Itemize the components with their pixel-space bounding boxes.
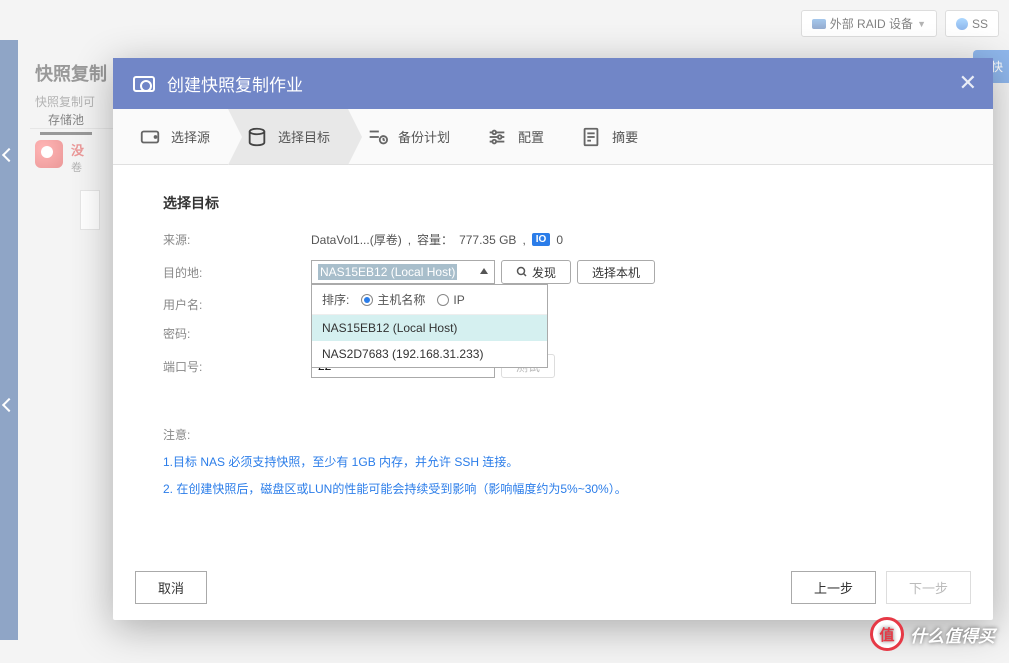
- discover-button[interactable]: 发现: [501, 260, 571, 284]
- step-config[interactable]: 配置: [468, 109, 562, 164]
- notes-title: 注意:: [163, 426, 943, 443]
- watermark-text: 什么值得买: [910, 622, 995, 647]
- sort-by-hostname-radio[interactable]: 主机名称: [361, 291, 425, 308]
- radio-unchecked-icon: [437, 294, 449, 306]
- label-username: 用户名:: [163, 296, 311, 313]
- label-port: 端口号:: [163, 358, 311, 375]
- sort-by-ip-radio[interactable]: IP: [437, 293, 464, 307]
- next-button: 下一步: [886, 571, 971, 604]
- io-badge: IO: [532, 233, 551, 246]
- radio-checked-icon: [361, 294, 373, 306]
- step-source[interactable]: 选择源: [121, 109, 228, 164]
- step-target[interactable]: 选择目标: [228, 109, 348, 164]
- snapshot-icon: [133, 76, 155, 92]
- step-summary[interactable]: 摘要: [562, 109, 656, 164]
- sliders-icon: [486, 126, 508, 148]
- modal-title: 创建快照复制作业: [167, 71, 303, 96]
- modal-footer: 取消 上一步 下一步: [113, 555, 993, 620]
- modal-body: 选择目标 来源: DataVol1...(厚卷) , 容量： 777.35 GB…: [113, 165, 993, 555]
- row-password: 密码:: [163, 325, 943, 342]
- select-local-button[interactable]: 选择本机: [577, 260, 655, 284]
- row-destination: 目的地: NAS15EB12 (Local Host) 排序: 主机名称: [163, 260, 943, 284]
- cylinder-icon: [246, 126, 268, 148]
- disk-icon: [139, 126, 161, 148]
- row-username: 用户名:: [163, 296, 943, 313]
- row-port: 端口号: 测试: [163, 354, 943, 378]
- value-source: DataVol1...(厚卷) , 容量： 777.35 GB , IO 0: [311, 231, 563, 248]
- wizard-stepper: 选择源 选择目标 备份计划 配置 摘要: [113, 109, 993, 165]
- schedule-icon: [366, 126, 388, 148]
- label-password: 密码:: [163, 325, 311, 342]
- dropdown-item[interactable]: NAS15EB12 (Local Host): [312, 315, 547, 341]
- destination-dropdown[interactable]: NAS15EB12 (Local Host) 排序: 主机名称: [311, 260, 495, 284]
- document-icon: [580, 126, 602, 148]
- note-line-2: 2. 在创建快照后，磁盘区或LUN的性能可能会持续受到影响（影响幅度约为5%~3…: [163, 480, 943, 497]
- close-icon[interactable]: ✕: [959, 70, 977, 96]
- watermark-badge: 值: [870, 617, 904, 651]
- label-destination: 目的地:: [163, 264, 311, 281]
- watermark: 值 什么值得买: [870, 617, 995, 651]
- step-schedule[interactable]: 备份计划: [348, 109, 468, 164]
- row-source: 来源: DataVol1...(厚卷) , 容量： 777.35 GB , IO…: [163, 231, 943, 248]
- dropdown-sort-row: 排序: 主机名称 IP: [312, 285, 547, 315]
- note-line-1: 1.目标 NAS 必须支持快照，至少有 1GB 内存，并允许 SSH 连接。: [163, 453, 943, 470]
- create-snapshot-replication-dialog: 创建快照复制作业 ✕ 选择源 选择目标 备份计划 配置: [113, 58, 993, 620]
- destination-dropdown-panel: 排序: 主机名称 IP NAS15EB12 (Local Host) NA: [311, 284, 548, 368]
- modal-header: 创建快照复制作业 ✕: [113, 58, 993, 109]
- search-icon: [516, 266, 528, 278]
- chevron-up-icon: [480, 268, 488, 274]
- label-source: 来源:: [163, 231, 311, 248]
- dropdown-item[interactable]: NAS2D7683 (192.168.31.233): [312, 341, 547, 367]
- section-title: 选择目标: [163, 193, 943, 213]
- cancel-button[interactable]: 取消: [135, 571, 207, 604]
- prev-button[interactable]: 上一步: [791, 571, 876, 604]
- notes-section: 注意: 1.目标 NAS 必须支持快照，至少有 1GB 内存，并允许 SSH 连…: [163, 426, 943, 497]
